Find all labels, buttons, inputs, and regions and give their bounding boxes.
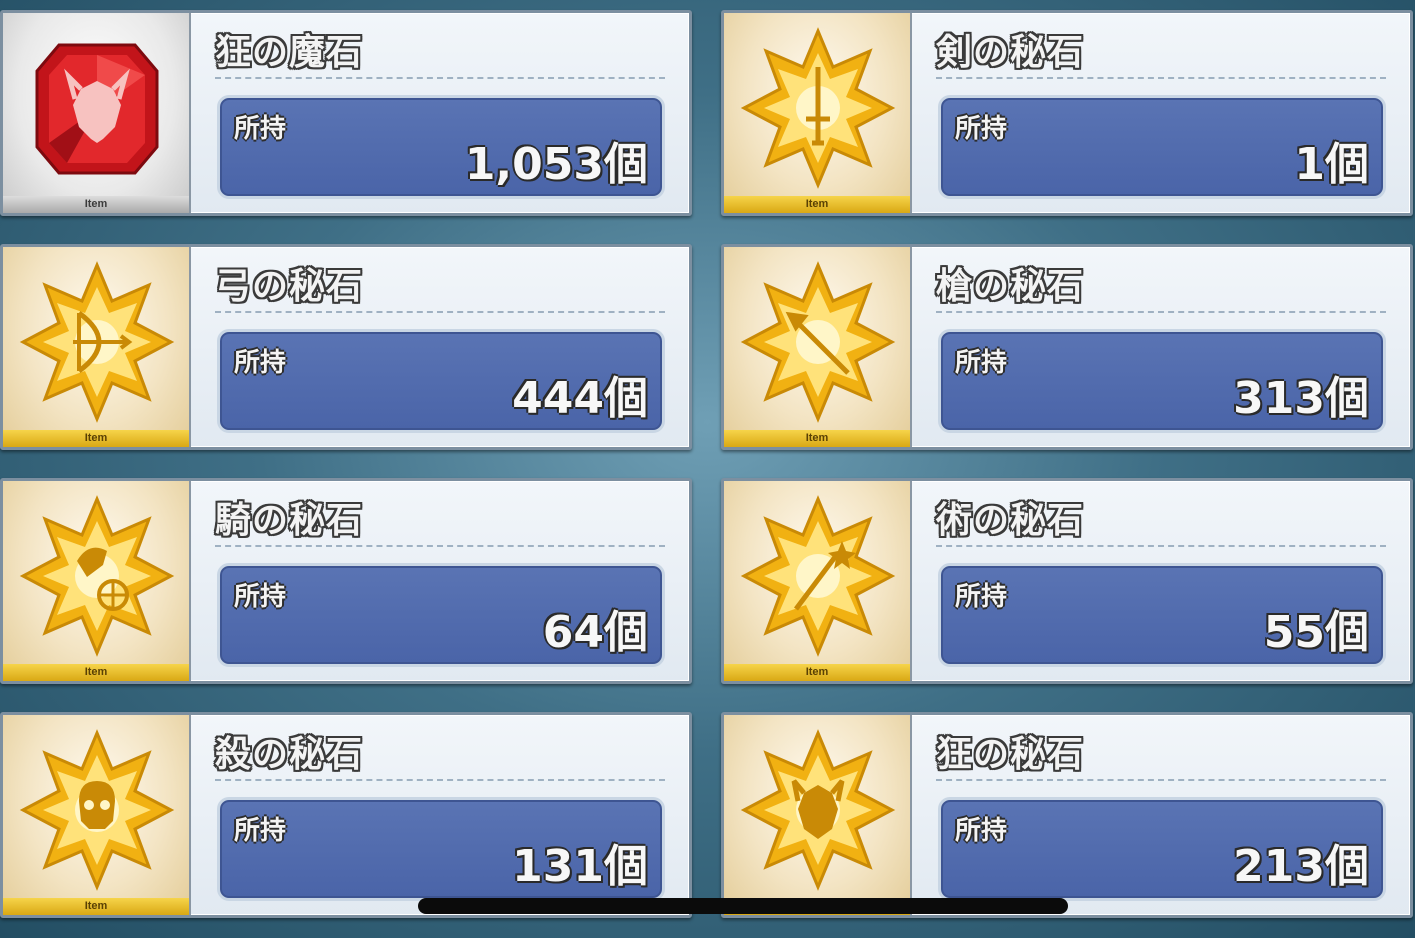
owned-count-box: 所持 131個: [217, 797, 665, 901]
item-card-lancer-gem[interactable]: Item 槍の秘石 所持 313個: [721, 244, 1413, 450]
item-icon-frame: Item: [3, 13, 191, 213]
owned-label: 所持: [955, 582, 1008, 612]
item-icon-frame: Item: [3, 481, 191, 681]
owned-label: 所持: [955, 114, 1008, 144]
owned-label: 所持: [955, 348, 1008, 378]
item-name: 殺の秘石: [215, 734, 364, 775]
item-tag: Item: [3, 898, 189, 915]
owned-count: 213個: [1233, 841, 1369, 892]
item-icon-frame: Item: [724, 715, 912, 915]
saber-gem-icon: [740, 27, 896, 189]
item-tag: Item: [3, 430, 189, 447]
owned-count-box: 所持 64個: [217, 563, 665, 667]
item-name: 術の秘石: [936, 500, 1085, 541]
owned-count-box: 所持 444個: [217, 329, 665, 433]
item-tag: Item: [724, 430, 910, 447]
owned-count-box: 所持 313個: [938, 329, 1386, 433]
item-tag: Item: [3, 196, 189, 213]
home-indicator[interactable]: [418, 898, 1068, 914]
lancer-gem-icon: [740, 261, 896, 423]
item-card-caster-gem[interactable]: Item 術の秘石 所持 55個: [721, 478, 1413, 684]
item-icon-frame: Item: [3, 247, 191, 447]
divider: [215, 779, 665, 781]
owned-count: 64個: [542, 607, 648, 658]
item-name: 剣の秘石: [936, 32, 1085, 73]
divider: [936, 545, 1386, 547]
owned-count: 313個: [1233, 373, 1369, 424]
divider: [215, 545, 665, 547]
berserker-gem-icon: [740, 729, 896, 891]
item-tag: Item: [3, 664, 189, 681]
item-name: 弓の秘石: [215, 266, 364, 307]
owned-count-box: 所持 1個: [938, 95, 1386, 199]
divider: [936, 77, 1386, 79]
item-icon-frame: Item: [3, 715, 191, 915]
assassin-gem-icon: [19, 729, 175, 891]
owned-label: 所持: [234, 114, 287, 144]
item-list: Item 狂の魔石 所持 1,053個 Item 剣の秘石 所持 1個 Item…: [0, 0, 1415, 938]
owned-label: 所持: [955, 816, 1008, 846]
owned-label: 所持: [234, 582, 287, 612]
owned-count: 1,053個: [464, 139, 648, 190]
owned-count-box: 所持 213個: [938, 797, 1386, 901]
caster-gem-icon: [740, 495, 896, 657]
owned-count-box: 所持 1,053個: [217, 95, 665, 199]
owned-count: 1個: [1294, 139, 1369, 190]
item-name: 槍の秘石: [936, 266, 1085, 307]
item-name: 狂の魔石: [215, 32, 364, 73]
divider: [215, 311, 665, 313]
item-card-assassin-gem[interactable]: Item 殺の秘石 所持 131個: [0, 712, 692, 918]
item-name: 騎の秘石: [215, 500, 364, 541]
berserker-gem-icon: [35, 43, 159, 175]
owned-count-box: 所持 55個: [938, 563, 1386, 667]
item-icon-frame: Item: [724, 13, 912, 213]
owned-count: 131個: [512, 841, 648, 892]
item-card-saber-gem[interactable]: Item 剣の秘石 所持 1個: [721, 10, 1413, 216]
owned-label: 所持: [234, 816, 287, 846]
divider: [936, 779, 1386, 781]
item-tag: Item: [724, 664, 910, 681]
owned-count: 444個: [512, 373, 648, 424]
item-card-archer-gem[interactable]: Item 弓の秘石 所持 444個: [0, 244, 692, 450]
archer-gem-icon: [19, 261, 175, 423]
item-name: 狂の秘石: [936, 734, 1085, 775]
owned-label: 所持: [234, 348, 287, 378]
owned-count: 55個: [1263, 607, 1369, 658]
item-tag: Item: [724, 196, 910, 213]
item-card-rider-gem[interactable]: Item 騎の秘石 所持 64個: [0, 478, 692, 684]
item-icon-frame: Item: [724, 247, 912, 447]
rider-gem-icon: [19, 495, 175, 657]
item-card-berserker-secret-gem[interactable]: Item 狂の秘石 所持 213個: [721, 712, 1413, 918]
divider: [936, 311, 1386, 313]
item-icon-frame: Item: [724, 481, 912, 681]
divider: [215, 77, 665, 79]
item-card-berserker-gem[interactable]: Item 狂の魔石 所持 1,053個: [0, 10, 692, 216]
